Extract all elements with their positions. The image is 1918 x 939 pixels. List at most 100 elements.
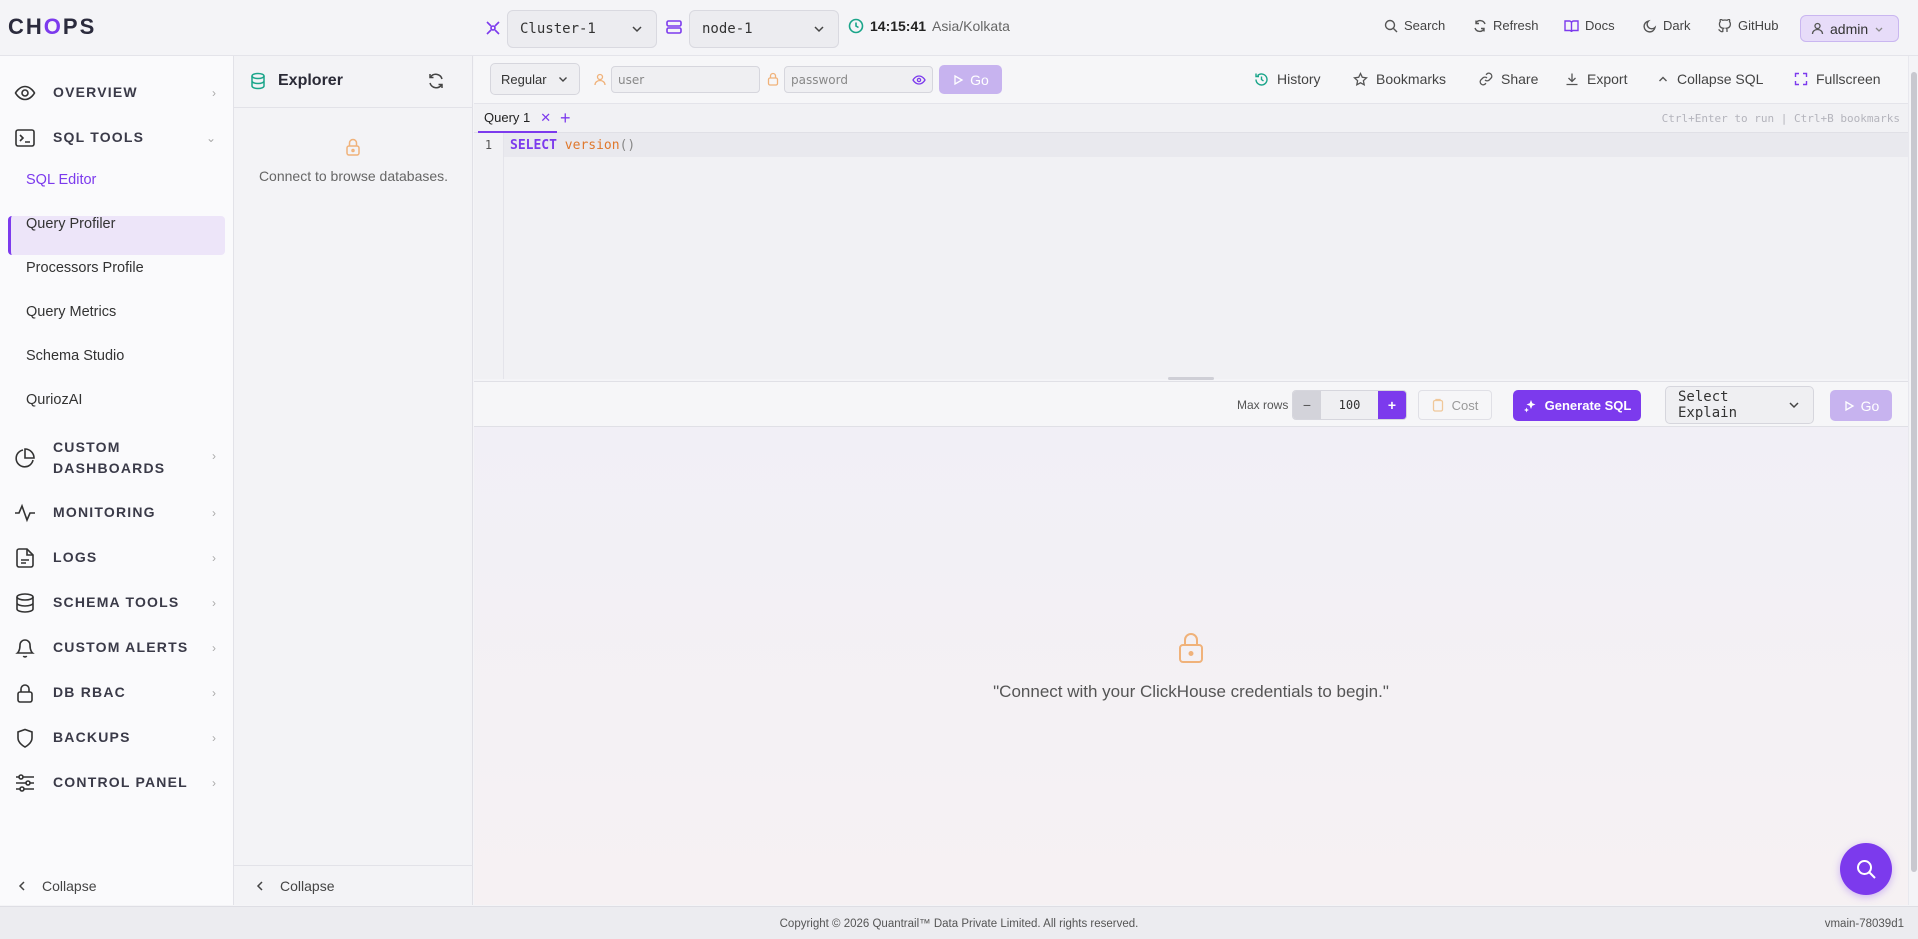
sidebar-item-query-profiler[interactable]: Query Profiler [26, 216, 115, 232]
generate-sql-button[interactable]: Generate SQL [1513, 390, 1641, 421]
sliders-icon [14, 772, 36, 794]
user-menu-button[interactable]: admin [1800, 15, 1899, 42]
sidebar-item-schema-studio[interactable]: Schema Studio [26, 348, 124, 364]
chevron-right-icon: › [212, 449, 216, 463]
clock-time: 14:15:41 [870, 18, 927, 34]
add-tab-icon[interactable]: + [560, 108, 571, 129]
tab-label: Query 1 [484, 110, 531, 125]
export-button[interactable]: Export [1565, 71, 1627, 87]
chevron-right-icon: › [212, 505, 216, 520]
refresh-icon[interactable] [427, 72, 445, 90]
dark-mode-toggle[interactable]: Dark [1643, 18, 1690, 33]
scrollbar[interactable] [1908, 56, 1918, 905]
fullscreen-button[interactable]: Fullscreen [1794, 71, 1881, 87]
nav-db-rbac-label: DB RBAC [53, 684, 126, 700]
sql-keyword: SELECT [510, 138, 557, 153]
refresh-icon [1473, 19, 1487, 33]
explorer-header: Explorer [234, 56, 473, 108]
username-input[interactable]: user [611, 66, 760, 93]
nav-custom-alerts[interactable]: CUSTOM ALERTS › [0, 637, 234, 658]
nav-logs-label: LOGS [53, 549, 98, 565]
query-tabs: Query 1 ✕ + Ctrl+Enter to run | Ctrl+B b… [474, 104, 1908, 133]
nav-logs[interactable]: LOGS › [0, 547, 234, 568]
download-icon [1565, 72, 1579, 86]
docs-link-label: Docs [1585, 18, 1615, 33]
copyright-text: Copyright © 2026 Quantrail™ Data Private… [779, 918, 1139, 930]
play-icon [1843, 400, 1855, 412]
password-input[interactable]: password [784, 66, 933, 93]
cost-button[interactable]: Cost [1418, 390, 1492, 420]
docs-link[interactable]: Docs [1564, 18, 1615, 33]
chevron-down-icon [1874, 24, 1884, 34]
node-select[interactable]: node-1 [689, 10, 839, 48]
connect-go-button[interactable]: Go [939, 65, 1002, 94]
nav-control-panel[interactable]: CONTROL PANEL › [0, 772, 234, 793]
sql-editor[interactable]: 1 SELECT version() [474, 133, 1908, 379]
refresh-link[interactable]: Refresh [1473, 18, 1539, 33]
sidebar-item-processors-profile[interactable]: Processors Profile [26, 260, 144, 276]
cost-label: Cost [1451, 397, 1479, 413]
nav-sql-tools[interactable]: SQL TOOLS ⌄ [0, 127, 234, 148]
close-icon[interactable]: ✕ [540, 110, 551, 126]
maxrows-value[interactable]: 100 [1321, 391, 1378, 419]
nav-backups[interactable]: BACKUPS › [0, 727, 234, 748]
history-icon [1254, 72, 1269, 87]
bookmarks-button[interactable]: Bookmarks [1353, 71, 1446, 87]
github-icon [1718, 18, 1732, 33]
shortcut-hint: Ctrl+Enter to run | Ctrl+B bookmarks [1661, 112, 1900, 125]
sidebar-item-sql-editor[interactable]: SQL Editor [26, 172, 96, 188]
app-logo[interactable]: CHOPS [8, 14, 96, 40]
lock-icon [767, 72, 779, 86]
sidebar-item-quriozai[interactable]: QuriozAI [26, 392, 82, 408]
run-bar: Max rows − 100 + Cost Generate SQL Selec… [474, 381, 1908, 427]
increment-button[interactable]: + [1378, 391, 1406, 419]
sql-parens: () [619, 138, 636, 153]
nav-custom-dashboards-label: CUSTOM DASHBOARDS [53, 439, 166, 476]
chevron-left-icon [254, 880, 266, 892]
github-link[interactable]: GitHub [1718, 18, 1778, 33]
editor-resize-handle[interactable] [1168, 377, 1214, 380]
sidebar-collapse-button[interactable]: Collapse [16, 878, 96, 894]
explain-select[interactable]: Select Explain [1665, 386, 1814, 424]
sidebar-item-query-metrics[interactable]: Query Metrics [26, 304, 116, 320]
tab-query-1[interactable]: Query 1 ✕ [478, 104, 558, 133]
run-go-button[interactable]: Go [1830, 390, 1892, 421]
active-line [504, 133, 1908, 157]
nav-schema-tools[interactable]: SCHEMA TOOLS › [0, 592, 234, 613]
history-button[interactable]: History [1254, 71, 1321, 87]
search-link[interactable]: Search [1384, 18, 1445, 33]
nav-custom-dashboards[interactable]: CUSTOM DASHBOARDS › [0, 437, 234, 479]
scrollbar-thumb[interactable] [1911, 72, 1917, 872]
clock-icon [848, 18, 864, 34]
share-button[interactable]: Share [1479, 71, 1538, 87]
decrement-button[interactable]: − [1293, 391, 1321, 419]
chevron-left-icon [16, 880, 28, 892]
bell-icon [14, 637, 36, 659]
query-toolbar: Regular user password Go History Bookmar… [474, 56, 1908, 104]
generate-sql-label: Generate SQL [1544, 398, 1632, 413]
mode-select[interactable]: Regular [490, 63, 580, 95]
nav-db-rbac[interactable]: DB RBAC › [0, 682, 234, 703]
cluster-select[interactable]: Cluster-1 [507, 10, 657, 48]
play-icon [952, 74, 964, 86]
sql-code[interactable]: SELECT version() [510, 138, 635, 153]
cluster-icon [484, 19, 502, 37]
user-icon [1811, 22, 1824, 35]
nav-monitoring[interactable]: MONITORING › [0, 502, 234, 523]
export-label: Export [1587, 71, 1628, 87]
pie-chart-icon [14, 447, 36, 469]
nav-custom-alerts-label: CUSTOM ALERTS [53, 639, 189, 655]
eye-icon[interactable] [912, 74, 926, 85]
mode-select-value: Regular [501, 71, 547, 87]
chevron-up-icon [1657, 73, 1669, 85]
chevron-right-icon: › [212, 550, 216, 565]
collapse-sql-button[interactable]: Collapse SQL [1657, 71, 1763, 87]
explorer-collapse-button[interactable]: Collapse [254, 878, 334, 894]
main-area: Regular user password Go History Bookmar… [474, 56, 1908, 905]
fullscreen-label: Fullscreen [1816, 71, 1881, 87]
nav-overview[interactable]: OVERVIEW › [0, 82, 234, 103]
search-fab-button[interactable] [1840, 843, 1892, 895]
github-link-label: GitHub [1738, 18, 1779, 33]
version-text: vmain-78039d1 [1824, 918, 1904, 930]
maxrows-stepper[interactable]: − 100 + [1292, 390, 1407, 420]
